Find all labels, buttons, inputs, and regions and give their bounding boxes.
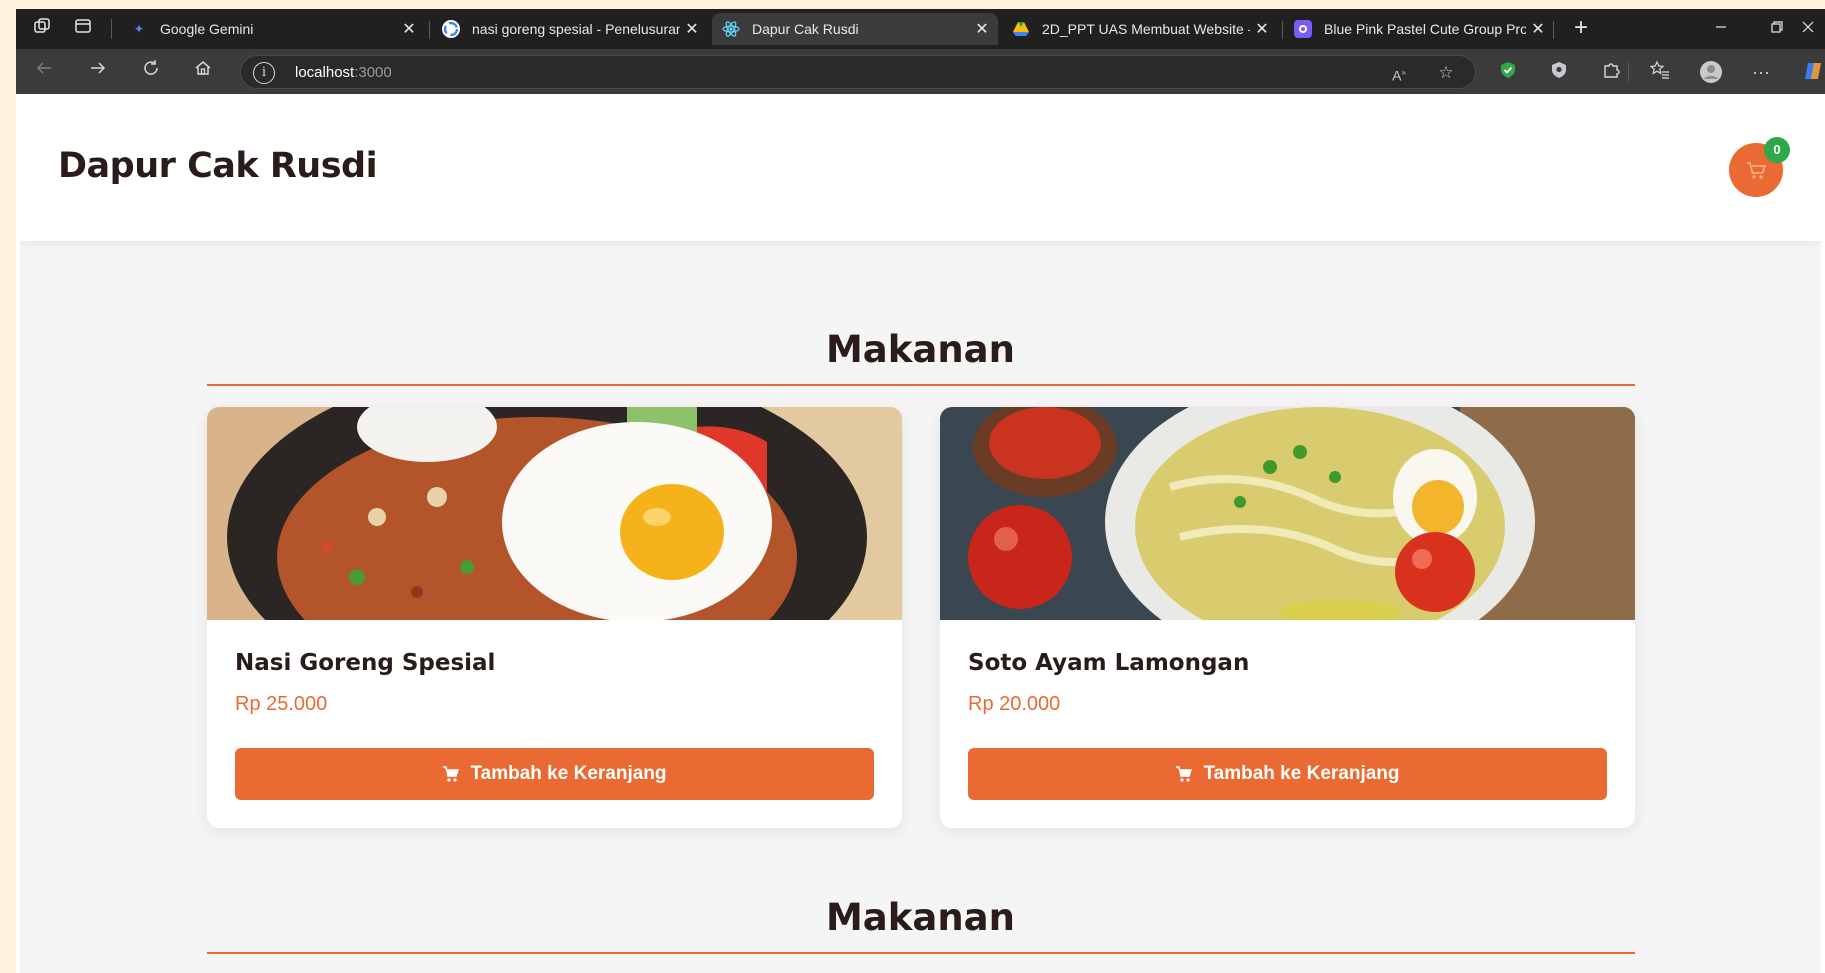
toolbar-separator — [1628, 62, 1629, 82]
url-host: localhost — [295, 64, 355, 81]
cart-icon — [1176, 766, 1193, 782]
tab-google-gemini[interactable]: ✦ Google Gemini ✕ — [120, 13, 425, 45]
home-icon[interactable] — [189, 58, 217, 86]
extensions-puzzle-icon[interactable] — [1599, 60, 1623, 84]
section-title-makanan: Makanan — [825, 896, 1015, 939]
new-tab-button[interactable]: + — [1566, 15, 1596, 43]
back-arrow-icon[interactable] — [30, 58, 58, 86]
restore-button[interactable] — [1754, 15, 1800, 43]
section-divider — [207, 952, 1635, 954]
product-price: Rp 25.000 — [235, 693, 328, 715]
shield-check-extension-icon[interactable] — [1496, 60, 1520, 84]
product-card-nasi-goreng: Nasi Goreng Spesial Rp 25.000 Tambah ke … — [207, 407, 902, 828]
cart-icon — [443, 766, 460, 782]
web-page: Dapur Cak Rusdi 0 Makanan Nasi Goreng Sp… — [20, 96, 1821, 973]
favorite-star-icon[interactable]: ☆ — [1434, 61, 1458, 85]
add-to-cart-button[interactable]: Tambah ke Keranjang — [968, 748, 1607, 800]
tab-divider — [1553, 21, 1554, 39]
tab-divider — [429, 21, 430, 39]
tab-2d-ppt-uas[interactable]: 2D_PPT UAS Membuat Website - ✕ — [1002, 13, 1278, 45]
close-icon[interactable]: ✕ — [1250, 19, 1274, 39]
cart-count-badge: 0 — [1764, 137, 1790, 163]
section-title-makanan: Makanan — [825, 328, 1015, 371]
site-brand[interactable]: Dapur Cak Rusdi — [58, 146, 378, 186]
address-url[interactable]: localhost:3000 — [295, 64, 392, 81]
profile-avatar-icon[interactable] — [1699, 60, 1723, 84]
url-port: :3000 — [354, 64, 392, 81]
product-price: Rp 20.000 — [968, 693, 1061, 715]
forward-arrow-icon[interactable] — [84, 58, 112, 86]
close-icon[interactable]: ✕ — [680, 19, 704, 39]
add-to-cart-label: Tambah ke Keranjang — [1203, 763, 1400, 784]
privacy-shield-extension-icon[interactable] — [1547, 60, 1571, 84]
tab-divider — [1282, 21, 1283, 39]
tab-title: nasi goreng spesial - Penelusuran — [472, 21, 680, 37]
add-to-cart-label: Tambah ke Keranjang — [470, 763, 667, 784]
copilot-icon[interactable] — [1801, 60, 1825, 84]
address-bar[interactable]: i localhost:3000 A» ☆ — [240, 55, 1476, 89]
browser-toolbar: i localhost:3000 A» ☆ ··· — [16, 49, 1825, 94]
react-icon — [722, 20, 740, 38]
tab-title: 2D_PPT UAS Membuat Website - — [1042, 21, 1250, 37]
tab-title: Blue Pink Pastel Cute Group Proje — [1324, 21, 1526, 37]
minimize-button[interactable] — [1698, 15, 1744, 43]
close-icon[interactable]: ✕ — [970, 19, 994, 39]
workspaces-icon[interactable] — [30, 17, 54, 41]
more-options-icon[interactable]: ··· — [1749, 60, 1773, 84]
chicken-soup-photo — [940, 407, 1635, 620]
gemini-icon: ✦ — [133, 22, 145, 36]
tab-blue-pink-pastel[interactable]: Blue Pink Pastel Cute Group Proje ✕ — [1284, 13, 1554, 45]
browser-window: ✦ Google Gemini ✕ nasi goreng spesial - … — [16, 9, 1825, 973]
product-name: Soto Ayam Lamongan — [968, 650, 1250, 676]
tab-strip-separator — [111, 19, 112, 39]
site-info-icon[interactable]: i — [253, 62, 275, 84]
fried-rice-photo — [207, 407, 902, 620]
tab-nasi-goreng-search[interactable]: nasi goreng spesial - Penelusuran ✕ — [432, 13, 708, 45]
cart-icon — [1747, 162, 1767, 179]
tab-title: Google Gemini — [160, 21, 254, 37]
refresh-icon[interactable] — [137, 58, 165, 86]
read-aloud-icon[interactable]: A» — [1387, 61, 1411, 85]
favorites-list-icon[interactable] — [1648, 60, 1672, 84]
product-card-soto-ayam: Soto Ayam Lamongan Rp 20.000 Tambah ke K… — [940, 407, 1635, 828]
tab-title: Dapur Cak Rusdi — [752, 21, 859, 37]
product-name: Nasi Goreng Spesial — [235, 650, 496, 676]
close-icon[interactable]: ✕ — [397, 19, 421, 39]
add-to-cart-button[interactable]: Tambah ke Keranjang — [235, 748, 874, 800]
tab-dapur-cak-rusdi[interactable]: Dapur Cak Rusdi ✕ — [712, 13, 998, 45]
window-close-button[interactable] — [1802, 15, 1825, 43]
canva-icon — [1294, 20, 1312, 38]
google-drive-icon — [1012, 20, 1030, 38]
section-divider — [207, 384, 1635, 386]
close-icon[interactable]: ✕ — [1526, 19, 1550, 39]
google-icon — [442, 20, 460, 38]
tab-strip: ✦ Google Gemini ✕ nasi goreng spesial - … — [16, 9, 1825, 49]
vertical-tabs-icon[interactable] — [71, 17, 95, 41]
site-header: Dapur Cak Rusdi 0 — [20, 96, 1821, 241]
